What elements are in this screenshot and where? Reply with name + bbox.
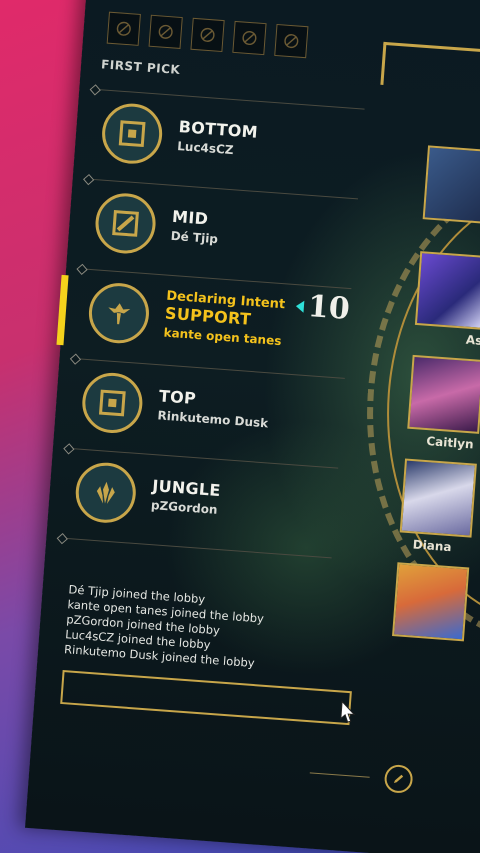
champ-select-panel: FIRST PICK BOTTOM Luc4sCZ MID Dé Tjip De… [25,0,480,853]
role-circle [100,101,165,166]
player-name: Luc4sCZ [176,139,235,158]
champion-tile[interactable] [392,562,470,642]
ban-icon [284,34,299,49]
role-name: BOTTOM [178,117,259,142]
role-name: MID [171,206,209,229]
jungle-icon [96,481,115,504]
bottom-lane-icon [118,120,146,148]
timer-arrow-icon [295,300,305,313]
champion-tile[interactable] [407,354,480,434]
ban-slot[interactable] [232,20,267,56]
role-name: JUNGLE [151,476,222,501]
role-circle [93,191,158,256]
ban-icon [200,27,215,42]
ban-slot[interactable] [106,11,141,46]
edit-button[interactable] [383,763,414,794]
ban-slot[interactable] [148,14,183,49]
chat-input[interactable] [60,670,352,726]
divider [309,772,370,778]
ban-slot[interactable] [190,17,225,53]
chat-log: Dé Tjip joined the lobby kante open tane… [64,582,266,671]
role-circle [80,370,145,436]
first-pick-label: FIRST PICK [100,57,181,78]
ban-icon [116,21,131,36]
support-icon [108,303,131,325]
player-name: Dé Tjip [170,228,219,247]
role-circle [73,460,138,525]
screen: FIRST PICK BOTTOM Luc4sCZ MID Dé Tjip De… [0,0,480,853]
champion-name: As [465,332,480,348]
pencil-icon [393,774,404,783]
mouse-cursor-icon [340,700,356,723]
ban-icon [158,24,173,39]
active-slot-indicator [56,274,69,346]
champion-name: Diana [412,537,453,555]
ban-row [106,11,309,59]
champion-tile[interactable] [422,145,480,225]
mid-lane-icon [112,210,139,237]
player-name: pZGordon [150,498,219,517]
frame-decoration [380,41,480,97]
champion-tile[interactable] [399,458,477,538]
role-circle [86,281,152,346]
top-lane-icon [98,389,126,417]
champion-tile[interactable] [414,251,480,331]
ban-slot[interactable] [274,23,309,59]
pick-timer: 10 [306,289,351,328]
ban-icon [242,30,257,46]
